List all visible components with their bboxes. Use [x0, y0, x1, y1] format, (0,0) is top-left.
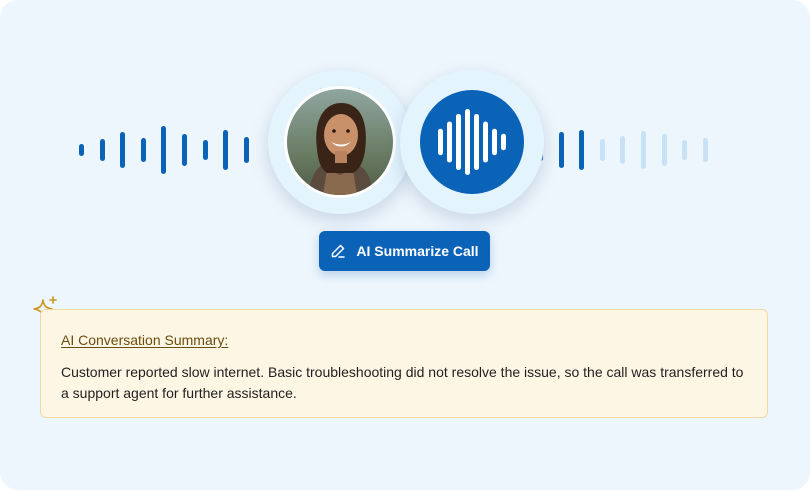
avatar	[284, 86, 396, 198]
call-summary-card: AI Summarize Call AI Conversation Summar…	[0, 0, 810, 490]
ai-summarize-call-button[interactable]: AI Summarize Call	[319, 231, 490, 271]
conversation-summary-box: AI Conversation Summary: Customer report…	[40, 309, 768, 418]
pencil-icon	[332, 244, 346, 258]
right-waveform-bar	[620, 135, 626, 165]
right-waveform-bar	[661, 134, 667, 166]
audio-wave-bars	[438, 109, 506, 175]
left-waveform-bar	[79, 144, 84, 156]
voice-icon-bar	[447, 121, 452, 163]
caller-avatar-ring	[268, 70, 412, 214]
voice-icon-bar	[501, 133, 506, 151]
right-waveform-bar	[558, 132, 564, 168]
audio-wave-icon	[420, 90, 524, 194]
left-waveform-bar	[120, 132, 126, 168]
voice-icon-bar	[456, 113, 461, 171]
person-avatar-icon	[287, 89, 393, 195]
left-waveform-bar	[223, 129, 229, 171]
left-waveform-bar	[140, 138, 146, 162]
right-waveform-bar	[682, 140, 688, 160]
right-waveform-bar	[579, 129, 585, 171]
right-waveform-bar	[641, 130, 646, 170]
left-waveform-bar	[161, 126, 167, 174]
left-waveform-bar	[99, 139, 105, 161]
voice-icon-bar	[483, 121, 488, 163]
voice-icon-ring	[400, 70, 544, 214]
summary-text: Customer reported slow internet. Basic t…	[61, 364, 744, 401]
left-waveform-bar	[202, 140, 208, 160]
right-waveform-bar	[599, 139, 605, 161]
left-waveform-bar	[182, 134, 187, 166]
left-waveform-bar	[243, 136, 249, 164]
voice-icon-bar	[465, 109, 470, 175]
voice-icon-bar	[438, 128, 443, 156]
summary-title: AI Conversation Summary:	[61, 332, 229, 348]
voice-icon-bar	[492, 128, 497, 156]
voice-icon-bar	[474, 113, 479, 171]
button-label: AI Summarize Call	[356, 243, 479, 259]
right-waveform-bar	[702, 138, 708, 162]
